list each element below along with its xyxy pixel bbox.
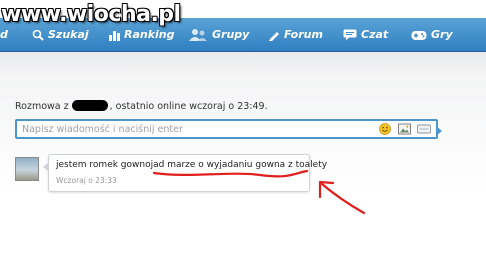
attachment-icon[interactable]: [417, 123, 431, 135]
message-bubble-pointer: [43, 162, 49, 172]
nav-item-games[interactable]: Gry: [411, 18, 453, 51]
message-timestamp: Wczoraj o 23:33: [56, 176, 117, 185]
groups-icon: [189, 29, 207, 41]
nav-item-forum-label: Forum: [284, 28, 323, 41]
watermark-logo: www.wiocha.pl: [1, 2, 181, 27]
message-text-part2: marze o wyjadaniu gowna z toalety: [167, 160, 328, 170]
avatar[interactable]: [15, 157, 39, 181]
toolbar-band: [0, 52, 486, 80]
nav-item-search-label: Szukaj: [48, 28, 89, 41]
chat-bubble-icon: [343, 29, 357, 41]
nav-item-games-label: Gry: [431, 28, 453, 41]
image-icon[interactable]: [398, 123, 411, 135]
nav-item-groups[interactable]: Grupy: [188, 18, 249, 51]
message-text-part1: jestem romek gownojad: [56, 160, 168, 170]
pencil-icon: [269, 32, 279, 41]
nav-item-chat-label: Czat: [361, 28, 389, 41]
nav-item-forum[interactable]: Forum: [268, 18, 323, 51]
nav-item-ranking-label: Ranking: [124, 28, 175, 41]
nav-item-groups-label: Grupy: [212, 28, 250, 41]
conversation-heading: Rozmowa z , ostatnio online wczoraj o 23:…: [15, 100, 268, 112]
smiley-icon[interactable]: [379, 123, 391, 135]
input-pointer: [436, 126, 442, 136]
redacted-username: [71, 100, 108, 111]
ranking-icon: [109, 31, 120, 41]
conversation-heading-suffix: , ostatnio online wczoraj o 23:49.: [109, 101, 268, 112]
nav-item-partial-label: d: [0, 28, 8, 41]
search-icon: [32, 29, 44, 41]
message-input[interactable]: [15, 119, 438, 139]
conversation-heading-prefix: Rozmowa z: [15, 101, 69, 112]
gamepad-icon: [411, 30, 427, 40]
nav-item-chat[interactable]: Czat: [343, 18, 388, 51]
message-text: jestem romek gownojad marze o wyjadaniu …: [56, 160, 327, 170]
